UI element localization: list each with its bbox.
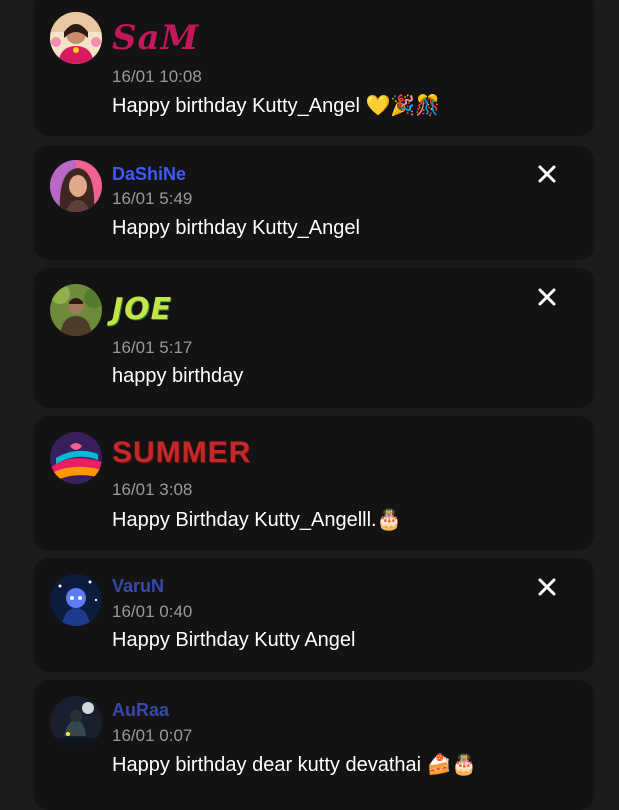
comment-time: 16/01 5:17 xyxy=(112,338,193,357)
comment-time: 16/01 5:49 xyxy=(112,189,193,208)
close-icon[interactable] xyxy=(536,576,558,598)
comment-card: AuRaa 16/01 0:07 Happy birthday dear kut… xyxy=(34,680,594,810)
comment-card: SaM 16/01 10:08 Happy birthday Kutty_Ang… xyxy=(34,0,594,136)
user-avatar[interactable] xyxy=(50,12,102,64)
comment-time: 16/01 10:08 xyxy=(112,67,202,86)
user-avatar[interactable] xyxy=(50,432,102,484)
comment-text: Happy birthday dear kutty devathai 🍰🎂 xyxy=(112,754,477,776)
comment-time: 16/01 3:08 xyxy=(112,480,193,499)
user-name[interactable]: SUMMER xyxy=(112,436,251,470)
comment-text: happy birthday xyxy=(112,365,244,387)
comment-card: JOE 16/01 5:17 happy birthday xyxy=(34,268,594,408)
comment-time: 16/01 0:07 xyxy=(112,726,193,745)
user-name[interactable]: SaM xyxy=(112,18,199,58)
comment-text: Happy Birthday Kutty_Angelll.🎂 xyxy=(112,509,402,531)
comment-card: SUMMER 16/01 3:08 Happy Birthday Kutty_A… xyxy=(34,416,594,550)
user-avatar[interactable] xyxy=(50,160,102,212)
user-name[interactable]: VaruN xyxy=(112,576,164,597)
user-avatar[interactable] xyxy=(50,284,102,336)
user-name[interactable]: AuRaa xyxy=(112,700,169,721)
comment-card: DaShiNe 16/01 5:49 Happy birthday Kutty_… xyxy=(34,146,594,260)
user-avatar[interactable] xyxy=(50,696,102,748)
comment-text: Happy Birthday Kutty Angel xyxy=(112,629,356,651)
comment-text: Happy birthday Kutty_Angel 💛🎉🎊 xyxy=(112,95,441,117)
close-icon[interactable] xyxy=(536,286,558,308)
user-name[interactable]: DaShiNe xyxy=(112,164,186,185)
comment-time: 16/01 0:40 xyxy=(112,602,193,621)
user-avatar[interactable] xyxy=(50,574,102,626)
comment-text: Happy birthday Kutty_Angel xyxy=(112,217,360,239)
close-icon[interactable] xyxy=(536,163,558,185)
user-name[interactable]: JOE xyxy=(112,292,172,327)
comment-card: VaruN 16/01 0:40 Happy Birthday Kutty An… xyxy=(34,558,594,672)
